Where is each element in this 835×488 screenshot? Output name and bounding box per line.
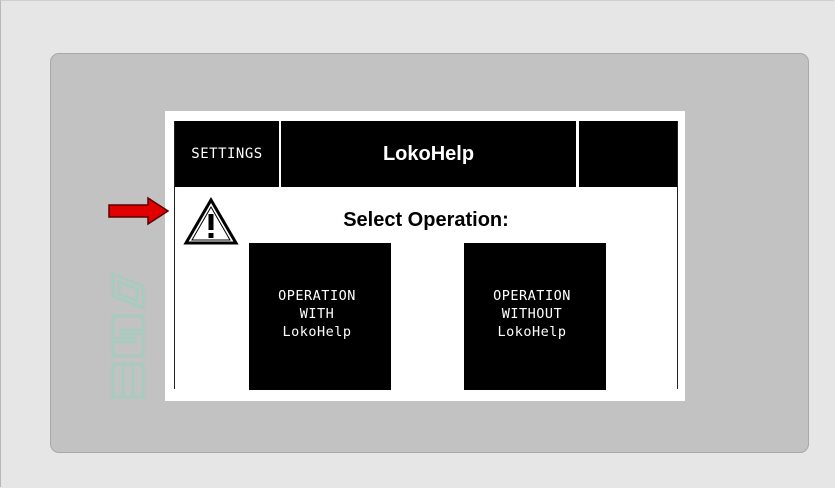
button-line: WITHOUT bbox=[501, 306, 563, 322]
operation-without-lokohelp-button[interactable]: OPERATION WITHOUT LokoHelp bbox=[464, 243, 606, 390]
app-title: LokoHelp bbox=[281, 121, 576, 187]
button-line: WITH bbox=[299, 306, 335, 322]
button-line: OPERATION bbox=[493, 288, 571, 304]
header-empty-box bbox=[579, 121, 677, 187]
settings-button[interactable]: SETTINGS bbox=[175, 121, 279, 187]
operation-with-lokohelp-button[interactable]: OPERATION WITH LokoHelp bbox=[249, 243, 391, 390]
button-line: LokoHelp bbox=[497, 324, 567, 340]
lcd-area: SETTINGS LokoHelp Select Operation: OPER… bbox=[174, 121, 678, 390]
select-operation-prompt: Select Operation: bbox=[343, 209, 509, 231]
button-line: OPERATION bbox=[278, 288, 356, 304]
button-line: LokoHelp bbox=[282, 324, 352, 340]
device-logo bbox=[111, 272, 145, 399]
red-arrow-right-icon bbox=[108, 196, 170, 226]
